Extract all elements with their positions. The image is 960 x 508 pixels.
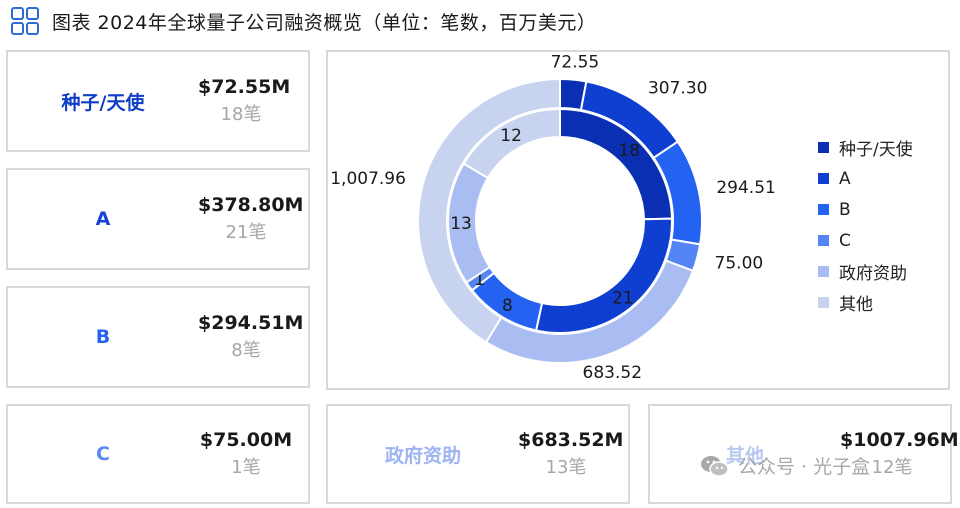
legend-label: 其他 xyxy=(839,295,873,315)
card-government: 政府资助 $683.52M 13笔 xyxy=(326,404,630,504)
legend-swatch xyxy=(818,266,829,277)
card-label: B xyxy=(95,326,111,348)
wechat-icon xyxy=(701,455,729,477)
card-amount: $683.52M xyxy=(518,429,624,451)
card-label: 种子/天使 xyxy=(61,91,145,114)
legend-item: C xyxy=(818,225,913,256)
outer-label-3: 75.00 xyxy=(715,253,764,273)
legend-label: 种子/天使 xyxy=(839,140,913,160)
card-label: C xyxy=(96,443,110,465)
card-count: 21笔 xyxy=(225,222,267,243)
legend-item: B xyxy=(818,194,913,225)
inner-label-1: 21 xyxy=(612,288,634,308)
outer-label-1: 307.30 xyxy=(648,78,707,98)
donut-chart: 72.55 307.30 294.51 75.00 683.52 1,007.96 18 21… xyxy=(330,53,776,384)
legend-item: 种子/天使 xyxy=(818,132,913,163)
card-seed-angel: 种子/天使 $72.55M 18笔 xyxy=(6,50,310,152)
inner-label-5: 12 xyxy=(500,126,522,146)
card-amount: $72.55M xyxy=(198,76,291,98)
card-amount: $75.00M xyxy=(199,429,293,451)
legend-label: C xyxy=(839,230,851,251)
outer-label-5: 1,007.96 xyxy=(330,169,406,189)
card-amount: $294.51M xyxy=(198,312,304,334)
legend-label: 政府资助 xyxy=(839,264,907,284)
inner-label-4: 13 xyxy=(450,214,472,234)
outer-label-4: 683.52 xyxy=(583,363,642,383)
card-count: 18笔 xyxy=(220,104,262,125)
legend-item: 其他 xyxy=(818,287,913,318)
watermark: 公众号 · 光子盒 xyxy=(700,452,870,479)
legend-label: B xyxy=(839,199,851,220)
card-label: A xyxy=(95,208,111,230)
card-label: 政府资助 xyxy=(384,444,461,467)
inner-label-0: 18 xyxy=(618,141,640,161)
card-count: 1笔 xyxy=(231,457,261,478)
card-amount: $378.80M xyxy=(198,194,304,216)
card-c: C $75.00M 1笔 xyxy=(6,404,310,504)
legend-label: A xyxy=(839,168,851,189)
card-count: 13笔 xyxy=(545,457,587,478)
watermark-text: 公众号 · 光子盒 xyxy=(738,456,871,478)
outer-label-2: 294.51 xyxy=(716,178,775,198)
inner-label-2: 8 xyxy=(502,296,513,316)
card-amount: $1007.96M xyxy=(840,429,959,451)
legend-item: A xyxy=(818,163,913,194)
legend-swatch xyxy=(818,235,829,246)
card-a: A $378.80M 21笔 xyxy=(6,168,310,270)
outer-label-0: 72.55 xyxy=(551,53,600,73)
chart-legend: 种子/天使 A B C 政府资助其他 xyxy=(818,132,913,318)
legend-item: 政府资助 xyxy=(818,256,913,287)
legend-swatch xyxy=(818,142,829,153)
header: 图表 2024年全球量子公司融资概览（单位：笔数，百万美元） xyxy=(10,6,596,36)
card-count: 8笔 xyxy=(231,340,261,361)
legend-swatch xyxy=(818,204,829,215)
grid-icon xyxy=(11,7,39,35)
legend-swatch xyxy=(818,173,829,184)
card-b: B $294.51M 8笔 xyxy=(6,286,310,388)
page-title: 图表 2024年全球量子公司融资概览（单位：笔数，百万美元） xyxy=(52,11,597,34)
legend-swatch xyxy=(818,297,829,308)
